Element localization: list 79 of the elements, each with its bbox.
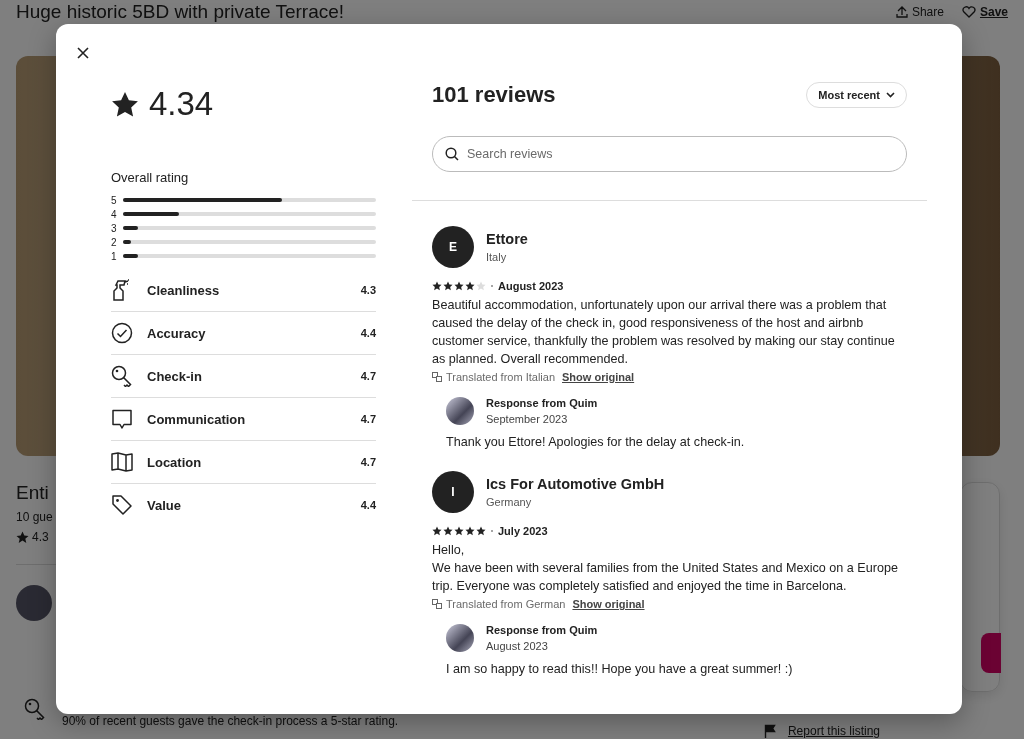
star-level-label: 1 — [111, 250, 117, 262]
checkin-note: 90% of recent guests gave the check-in process a 5-star rating. — [62, 714, 399, 728]
show-original-link[interactable]: Show original — [562, 371, 635, 383]
guest-summary: 10 gue — [16, 510, 54, 524]
show-original-link[interactable]: Show original — [572, 598, 645, 610]
reviewer-name: Ettore — [486, 231, 528, 247]
category-label: Cleanliness — [147, 282, 221, 298]
check-circle-icon — [111, 322, 133, 344]
listing-title: Huge historic 5BD with private Terrace! — [16, 1, 346, 23]
star-icon — [443, 526, 453, 536]
star-level-label: 2 — [111, 236, 117, 248]
star-icon — [443, 281, 453, 291]
key-icon — [111, 365, 133, 387]
category-label: Location — [147, 454, 203, 470]
star-icon — [454, 526, 464, 536]
chevron-down-icon — [886, 92, 895, 98]
category-score: 4.7 — [360, 370, 376, 382]
heart-icon — [961, 6, 976, 18]
save-link[interactable]: Save — [961, 5, 1008, 19]
price-tag-icon — [111, 494, 133, 516]
overall-score: 4.34 — [149, 85, 214, 123]
category-score: 4.4 — [360, 327, 376, 339]
star-icon — [16, 530, 29, 544]
response-date: August 2023 — [486, 640, 549, 652]
response-text: Thank you Ettore! Apologies for the delay at check-in. — [446, 435, 746, 449]
overall-rating-label: Overall rating — [111, 170, 190, 185]
translate-icon — [432, 599, 442, 609]
category-score: 4.7 — [360, 413, 376, 425]
response-text: I am so happy to read this!! Hope you have a great summer! :) — [446, 662, 794, 676]
translation-note: Translated from German — [446, 598, 566, 610]
reviewer-location: Italy — [486, 251, 508, 263]
report-link[interactable]: Report this listing — [763, 724, 880, 738]
category-label: Value — [147, 497, 182, 513]
response-date: September 2023 — [486, 413, 569, 425]
star-icon — [432, 526, 442, 536]
user-avatar: E — [432, 226, 474, 268]
category-label: Check-in — [147, 368, 203, 384]
search-field[interactable]: Search reviews — [432, 136, 907, 172]
star-icon — [111, 90, 139, 118]
rating-summary: 4.3 — [16, 530, 56, 544]
star-icon — [465, 281, 475, 291]
share-link[interactable]: Share — [895, 5, 944, 19]
category-label: Communication — [147, 411, 247, 427]
speech-bubble-icon — [111, 408, 133, 430]
category-score: 4.4 — [360, 499, 376, 511]
star-icon — [432, 281, 442, 291]
star-icon — [476, 526, 486, 536]
translate-icon — [432, 372, 442, 382]
review-text: Beautiful accommodation, unfortunately upon our arrival there was a problem that caused the delay of the check in, good responsiveness of the host and airbnb customer service, thankfully the problem was resolved by making our stay continue as planned. Overall recommended. — [432, 297, 896, 368]
host-avatar — [446, 624, 474, 652]
review-date: July 2023 — [498, 525, 548, 537]
star-icon — [454, 281, 464, 291]
share-icon — [895, 6, 908, 18]
star-icon — [465, 526, 475, 536]
star-level-label: 5 — [111, 194, 117, 206]
host-avatar — [446, 397, 474, 425]
category-score: 4.3 — [360, 284, 376, 296]
reviewer-location: Germany — [486, 496, 533, 508]
review-text: Hello, We have been with several families from the United States and Mexico on a Europe trip. Everyone was completely satisfied and enjoyed the time in Barcelona. — [432, 542, 899, 595]
search-icon — [445, 147, 459, 161]
sort-dropdown[interactable]: Most recent — [806, 82, 907, 108]
reviews-count: 101 reviews — [432, 82, 556, 108]
star-level-label: 3 — [111, 222, 117, 234]
response-title: Response from Quim — [486, 397, 598, 409]
flag-icon — [763, 724, 776, 738]
map-icon — [111, 452, 133, 472]
translation-note: Translated from Italian — [446, 371, 556, 383]
category-score: 4.7 — [360, 456, 376, 468]
review-date: August 2023 — [498, 280, 564, 292]
reserve-button[interactable] — [981, 633, 1001, 673]
listing-heading: Enti — [16, 482, 50, 504]
response-title: Response from Quim — [486, 624, 598, 636]
reviewer-name: Ics For Automotive GmbH — [486, 476, 665, 492]
host-avatar — [16, 585, 52, 621]
category-label: Accuracy — [147, 325, 207, 341]
star-level-label: 4 — [111, 208, 117, 220]
close-icon[interactable] — [76, 46, 90, 60]
user-avatar: I — [432, 471, 474, 513]
key-icon — [24, 698, 46, 720]
